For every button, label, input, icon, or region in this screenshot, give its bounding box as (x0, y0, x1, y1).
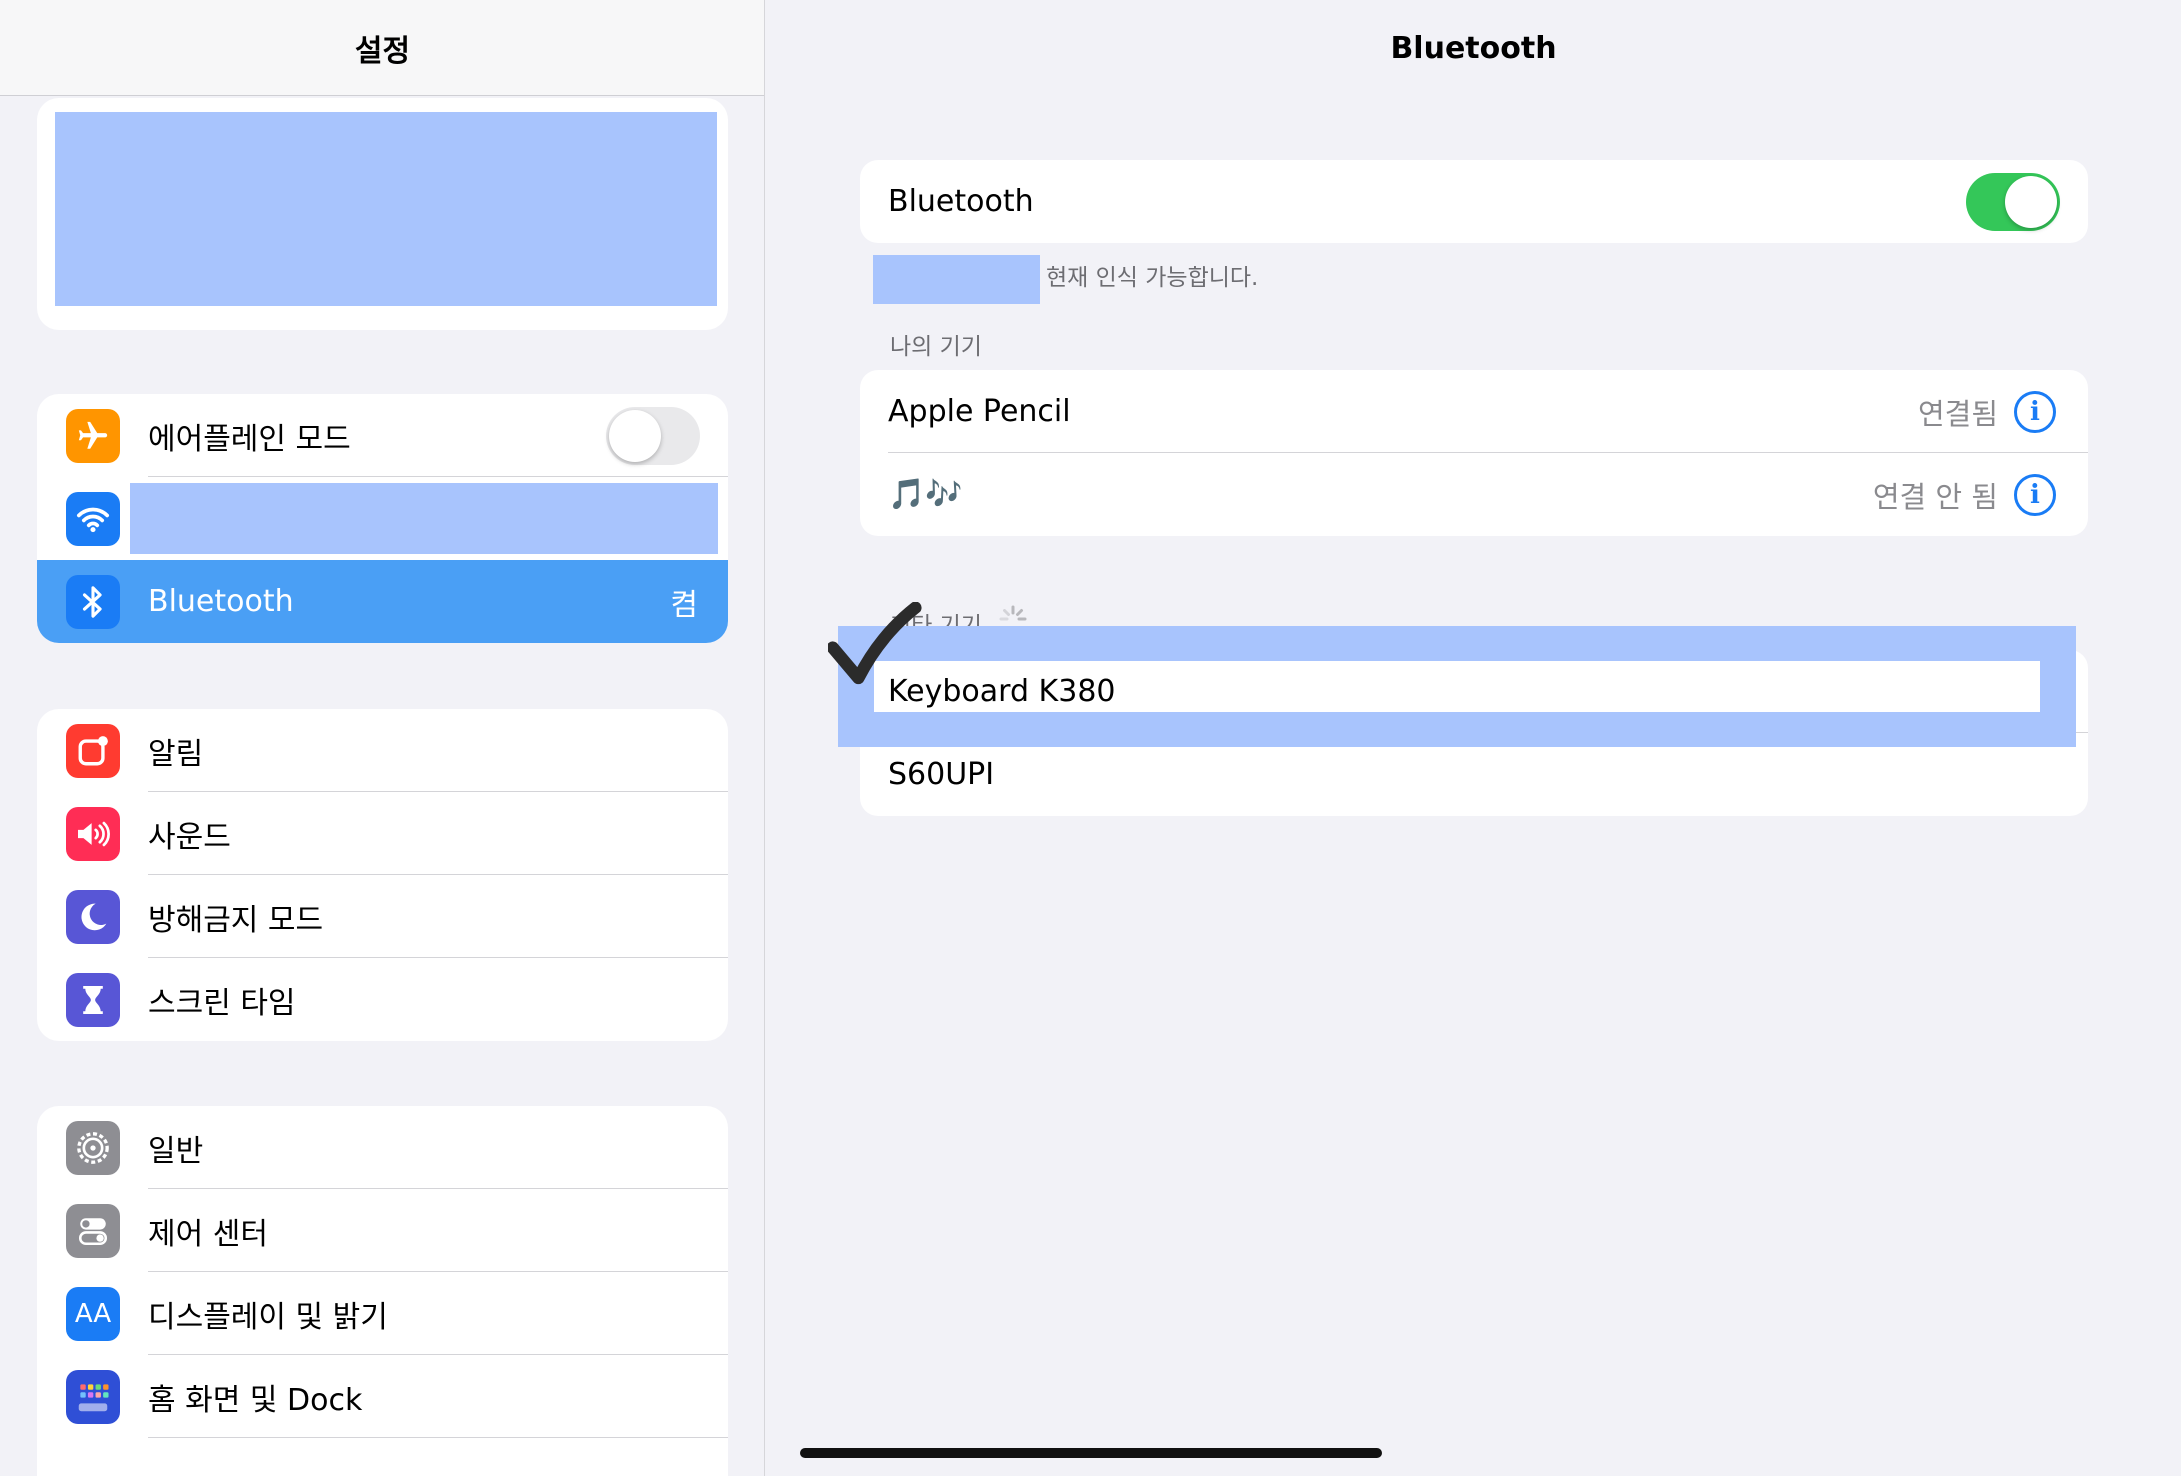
sidebar-item-display-brightness[interactable]: AA 디스플레이 및 밝기 (37, 1272, 728, 1355)
redacted-device-name (873, 255, 1040, 304)
discoverable-caption: 현재 인식 가능합니다. (1046, 265, 1259, 291)
toggle-knob (609, 409, 661, 462)
sidebar-item-label: 디스플레이 및 밝기 (148, 1299, 388, 1335)
device-row-music[interactable]: 🎵🎶 연결 안 됨 i (860, 453, 2088, 536)
bluetooth-icon (66, 574, 120, 629)
general-group: 일반 제어 센터 AA 디스플레이 및 밝기 홈 화면 및 Dock (37, 1106, 728, 1476)
sidebar-item-label: 사운드 (148, 819, 231, 855)
sidebar-item-wifi[interactable] (37, 477, 728, 560)
airplane-mode-toggle[interactable] (606, 406, 700, 465)
gear-icon (66, 1120, 120, 1175)
sidebar-item-bluetooth[interactable]: Bluetooth 켬 (37, 560, 728, 643)
device-name: 🎵🎶 (888, 477, 963, 512)
device-status: 연결됨 (1917, 396, 1998, 431)
sidebar-item-control-center[interactable]: 제어 센터 (37, 1189, 728, 1272)
sidebar-item-sound[interactable]: 사운드 (37, 792, 728, 875)
profile-group[interactable] (37, 98, 728, 330)
home-screen-icon (66, 1369, 120, 1424)
sidebar-item-label: 홈 화면 및 Dock (148, 1382, 363, 1418)
hourglass-icon (66, 972, 120, 1027)
sidebar-item-home-screen-dock[interactable]: 홈 화면 및 Dock (37, 1355, 728, 1438)
bluetooth-toggle-label: Bluetooth (888, 184, 1034, 219)
wifi-icon (66, 491, 120, 546)
page-title-text: Bluetooth (1390, 30, 1557, 66)
display-icon-glyph: AA (74, 1298, 112, 1329)
sidebar-title-text: 설정 (354, 33, 411, 69)
device-status: 연결 안 됨 (1872, 479, 1998, 514)
bluetooth-detail-pane: Bluetooth Bluetooth 현재 인식 가능합니다. 나의 기기 A… (766, 0, 2181, 1476)
sidebar-item-do-not-disturb[interactable]: 방해금지 모드 (37, 875, 728, 958)
sidebar-item-label: 일반 (148, 1133, 204, 1169)
info-glyph: i (2030, 396, 2040, 427)
page-title: Bluetooth (766, 0, 2181, 96)
sidebar-item-label: 에어플레인 모드 (148, 421, 351, 457)
device-name: S60UPI (888, 757, 995, 792)
sound-icon (66, 806, 120, 861)
redacted-wifi-name (130, 483, 718, 554)
connectivity-group: 에어플레인 모드 Bluetooth 켬 (37, 394, 728, 643)
row-separator (148, 1437, 728, 1438)
sidebar-item-label: 제어 센터 (148, 1216, 268, 1252)
my-devices-header: 나의 기기 (890, 334, 982, 360)
sidebar-item-label: 방해금지 모드 (148, 902, 324, 938)
device-row-apple-pencil[interactable]: Apple Pencil 연결됨 i (860, 370, 2088, 453)
checkmark-icon (828, 602, 922, 685)
toggle-knob (2005, 175, 2057, 228)
bluetooth-toggle-row[interactable]: Bluetooth (860, 160, 2088, 243)
moon-icon (66, 889, 120, 944)
bluetooth-toggle[interactable] (1966, 172, 2060, 231)
sidebar-item-screen-time[interactable]: 스크린 타임 (37, 958, 728, 1041)
sidebar-item-label: 알림 (148, 736, 204, 772)
control-center-icon (66, 1203, 120, 1258)
redacted-profile (55, 112, 717, 306)
sidebar-item-notifications[interactable]: 알림 (37, 709, 728, 792)
sidebar-item-value: 켬 (670, 587, 698, 623)
sidebar-item-airplane-mode[interactable]: 에어플레인 모드 (37, 394, 728, 477)
notifications-group: 알림 사운드 방해금지 모드 스크린 타임 (37, 709, 728, 1041)
airplane-icon (66, 408, 120, 463)
notifications-icon (66, 723, 120, 778)
bluetooth-toggle-card: Bluetooth (860, 160, 2088, 243)
home-indicator (800, 1448, 1382, 1458)
sidebar-item-general[interactable]: 일반 (37, 1106, 728, 1189)
my-devices-list: Apple Pencil 연결됨 i 🎵🎶 연결 안 됨 i (860, 370, 2088, 536)
sidebar-item-label: Bluetooth (148, 584, 294, 619)
sidebar-title: 설정 (0, 0, 764, 96)
info-glyph: i (2030, 479, 2040, 510)
sidebar-item-label: 스크린 타임 (148, 985, 296, 1021)
device-name: Apple Pencil (888, 394, 1071, 429)
highlight-overlay (838, 626, 2076, 747)
settings-sidebar: 설정 에어플레인 모드 Bluetooth 켬 알림 사운드 방해금지 모드 스… (0, 0, 765, 1476)
info-icon[interactable]: i (2014, 473, 2056, 516)
display-icon: AA (66, 1286, 120, 1341)
info-icon[interactable]: i (2014, 390, 2056, 433)
